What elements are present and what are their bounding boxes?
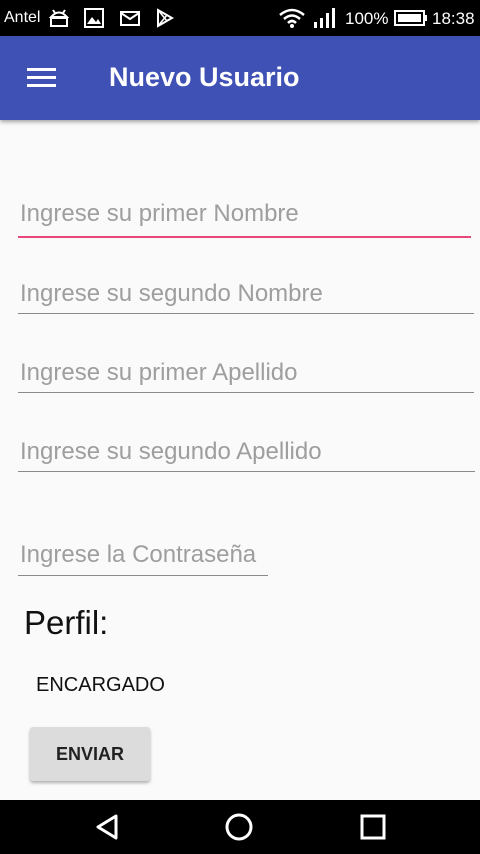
carrier-name: Antel xyxy=(4,9,41,26)
first-surname-field[interactable] xyxy=(18,357,474,393)
android-debug-icon xyxy=(48,9,70,27)
home-icon[interactable] xyxy=(222,810,256,844)
profile-spinner[interactable]: ENCARGADO xyxy=(36,674,165,697)
profile-label: Perfil: xyxy=(24,604,109,641)
first-name-underline xyxy=(18,236,471,238)
hamburger-menu-icon[interactable] xyxy=(22,64,62,92)
second-surname-field[interactable] xyxy=(18,436,475,472)
image-icon xyxy=(84,8,104,28)
second-name-underline xyxy=(18,313,474,314)
first-name-input[interactable] xyxy=(18,198,471,230)
first-name-field[interactable] xyxy=(18,198,471,238)
clock: 18:38 xyxy=(432,9,475,28)
send-button[interactable]: ENVIAR xyxy=(30,727,150,781)
second-surname-underline xyxy=(18,471,475,472)
first-surname-input[interactable] xyxy=(18,357,474,389)
wifi-icon xyxy=(279,8,305,28)
password-field[interactable] xyxy=(18,539,268,576)
play-store-icon xyxy=(157,8,175,28)
signal-icon xyxy=(314,8,335,28)
recents-icon[interactable] xyxy=(356,810,390,844)
navigation-bar xyxy=(0,800,480,854)
battery-icon xyxy=(394,10,427,26)
back-icon[interactable] xyxy=(90,810,124,844)
app-bar: Nuevo Usuario xyxy=(0,36,480,120)
page-title: Nuevo Usuario xyxy=(109,62,300,92)
mail-icon xyxy=(120,11,140,26)
second-name-field[interactable] xyxy=(18,278,474,314)
first-surname-underline xyxy=(18,392,474,393)
second-surname-input[interactable] xyxy=(18,436,475,468)
status-bar: Antel 100% 18:38 xyxy=(0,0,480,36)
battery-percent: 100% xyxy=(345,9,389,28)
password-input[interactable] xyxy=(18,539,268,571)
second-name-input[interactable] xyxy=(18,278,474,310)
password-underline xyxy=(18,575,268,576)
